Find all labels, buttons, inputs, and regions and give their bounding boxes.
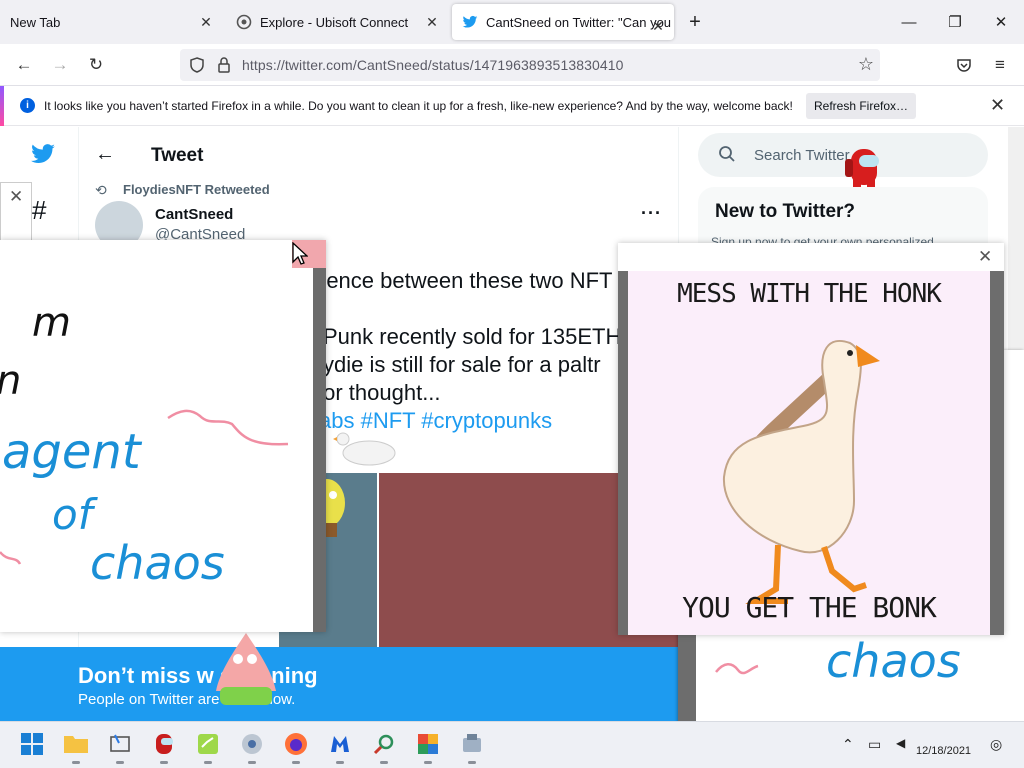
window-edge <box>618 271 628 635</box>
active-indicator <box>248 761 256 764</box>
scribble-window[interactable]: m n agent of chaos <box>0 240 326 632</box>
tweet-text-line: ydie is still for sale for a paltr <box>323 352 601 377</box>
retweet-label: FloydiesNFT Retweeted <box>123 182 270 197</box>
retweet-icon: ⟲ <box>95 182 107 198</box>
tab-strip: New Tab ✕ Explore - Ubisoft Connect ✕ Ca… <box>0 0 1024 44</box>
scribble-word: chaos <box>90 536 225 590</box>
patrick-sticker <box>206 631 286 715</box>
pocket-icon[interactable] <box>952 53 976 77</box>
scribble-word: chaos <box>826 634 961 688</box>
explore-hashtag-icon[interactable]: # <box>32 195 46 226</box>
scribble-word: m <box>32 300 71 346</box>
notification-message: It looks like you haven’t started Firefo… <box>44 99 793 113</box>
active-indicator <box>468 761 476 764</box>
tweet-text-line: Punk recently sold for 135ETH <box>323 324 622 349</box>
among-us-app-icon[interactable] <box>150 730 178 764</box>
refresh-firefox-button[interactable]: Refresh Firefox… <box>806 93 916 119</box>
minimize-button[interactable]: — <box>886 0 932 44</box>
close-icon[interactable]: ✕ <box>978 247 992 267</box>
back-arrow-icon[interactable]: ← <box>95 143 115 166</box>
file-explorer-icon[interactable] <box>62 730 90 764</box>
active-indicator <box>116 761 124 764</box>
tab-title: Explore - Ubisoft Connect <box>260 14 409 30</box>
window-scrollbar[interactable] <box>313 268 326 632</box>
tab-new-tab[interactable]: New Tab ✕ <box>0 0 222 44</box>
active-indicator <box>160 761 168 764</box>
active-indicator <box>292 761 300 764</box>
active-indicator <box>336 761 344 764</box>
media-app-icon[interactable] <box>238 730 266 764</box>
window-frame: ✕ <box>0 182 32 242</box>
firefox-icon[interactable] <box>282 730 310 764</box>
scribble-word: agent <box>2 424 141 480</box>
accent-stripe <box>0 86 4 126</box>
maximize-button[interactable]: ❐ <box>932 0 978 44</box>
reload-icon[interactable]: ↻ <box>84 53 108 77</box>
close-icon[interactable]: ✕ <box>650 18 666 34</box>
bookmark-star-icon[interactable]: ☆ <box>858 54 874 75</box>
close-icon[interactable]: ✕ <box>198 14 214 30</box>
tweet-text-line: for thought... <box>317 380 441 405</box>
window-close-button[interactable]: ✕ <box>978 0 1024 44</box>
tab-twitter[interactable]: CantSneed on Twitter: "Can you ✕ <box>452 4 674 40</box>
taskbar-date[interactable]: 12/18/2021 <box>916 745 971 757</box>
active-indicator <box>72 761 80 764</box>
meme-window[interactable]: ✕ MESS WITH THE HONK YOU GET THE BONK <box>618 243 1004 635</box>
url-bar[interactable]: https://twitter.com/CantSneed/status/147… <box>180 49 880 81</box>
malwarebytes-icon[interactable] <box>326 730 354 764</box>
search-input[interactable]: Search Twitter <box>698 133 988 177</box>
info-icon: i <box>20 98 35 113</box>
search-tool-icon[interactable] <box>370 730 398 764</box>
volume-icon[interactable]: ◀ <box>896 736 905 750</box>
paint-app-icon[interactable] <box>414 730 442 764</box>
more-options-icon[interactable]: ··· <box>641 203 662 224</box>
scribble-word: of <box>52 490 93 539</box>
tweet-text-line: rence between these two NFT <box>319 268 613 293</box>
page-title: Tweet <box>151 145 204 166</box>
among-us-sticker <box>845 143 885 191</box>
card-title: New to Twitter? <box>715 201 856 222</box>
notes-app-icon[interactable] <box>194 730 222 764</box>
tab-title: New Tab <box>10 14 61 30</box>
close-icon[interactable]: ✕ <box>9 187 23 207</box>
twitter-logo-icon[interactable] <box>28 141 58 172</box>
new-tab-button[interactable]: + <box>680 0 710 44</box>
search-placeholder: Search Twitter <box>754 147 850 164</box>
start-button[interactable] <box>18 730 46 758</box>
active-indicator <box>380 761 388 764</box>
url-text: https://twitter.com/CantSneed/status/147… <box>242 57 624 73</box>
shield-icon[interactable] <box>188 56 206 79</box>
goose-meme-image: MESS WITH THE HONK YOU GET THE BONK <box>628 271 990 635</box>
active-indicator <box>204 761 212 764</box>
navigation-bar: ← → ↻ https://twitter.com/CantSneed/stat… <box>0 44 1024 86</box>
close-icon[interactable]: ✕ <box>424 14 440 30</box>
monitor-icon[interactable]: ▭ <box>868 736 881 753</box>
signup-banner: Don’t miss w appening People on Twitter … <box>0 633 680 721</box>
notification-bar: i It looks like you haven’t started Fire… <box>0 86 1024 126</box>
active-indicator <box>424 761 432 764</box>
notification-icon[interactable]: ◎ <box>990 736 1002 753</box>
author-name[interactable]: CantSneed <box>155 206 233 223</box>
goose-sticker <box>327 427 397 473</box>
ubisoft-icon <box>236 14 252 30</box>
mouse-cursor-icon <box>292 241 309 271</box>
forward-icon[interactable]: → <box>48 53 72 77</box>
goose-illustration <box>722 340 880 604</box>
menu-icon[interactable]: ≡ <box>988 53 1012 77</box>
windows-taskbar: ⌃ ▭ ◀ 12/18/2021 ◎ <box>0 721 1024 768</box>
settings-app-icon[interactable] <box>458 730 486 764</box>
meme-bottom-text: YOU GET THE BONK <box>682 591 937 624</box>
chevron-up-icon[interactable]: ⌃ <box>842 736 854 753</box>
tab-ubisoft[interactable]: Explore - Ubisoft Connect ✕ <box>226 0 448 44</box>
twitter-icon <box>462 14 478 30</box>
window-edge <box>990 271 1004 635</box>
tab-title: CantSneed on Twitter: "Can you <box>486 14 672 30</box>
back-icon[interactable]: ← <box>12 53 36 77</box>
close-icon[interactable]: ✕ <box>990 95 1005 116</box>
snipping-tool-icon[interactable] <box>106 730 134 764</box>
lock-icon[interactable] <box>216 56 232 79</box>
scribble-word: n <box>0 358 21 404</box>
search-icon <box>718 145 736 168</box>
